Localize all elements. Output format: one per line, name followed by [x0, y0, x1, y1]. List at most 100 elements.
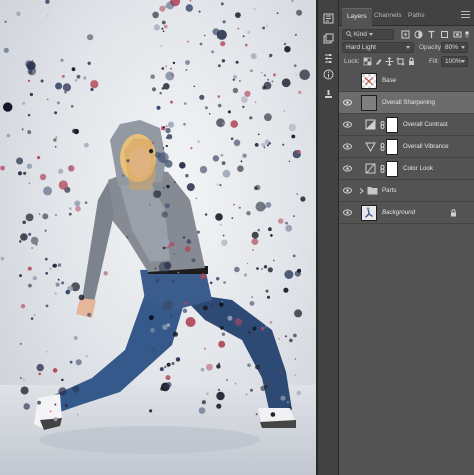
- particle: [260, 385, 266, 391]
- particle: [164, 261, 172, 269]
- particle: [151, 347, 156, 352]
- filter-type-icon[interactable]: [427, 30, 436, 39]
- filter-pixel-icon[interactable]: [401, 30, 410, 39]
- particle: [260, 71, 263, 74]
- mask-link-icon[interactable]: [380, 143, 385, 151]
- chevron-right-icon[interactable]: [359, 188, 364, 194]
- particle: [3, 47, 9, 53]
- particle: [121, 174, 124, 177]
- particle: [52, 264, 56, 268]
- particle: [30, 236, 39, 245]
- particle: [55, 136, 58, 139]
- particle: [170, 100, 173, 104]
- properties-icon[interactable]: [321, 52, 336, 65]
- particle: [203, 347, 206, 350]
- layer-mask-thumbnail[interactable]: [386, 139, 398, 155]
- panel-menu-icon[interactable]: [461, 11, 470, 18]
- filter-smart-object-icon[interactable]: [453, 30, 462, 39]
- particle: [162, 186, 165, 189]
- particle: [73, 336, 78, 340]
- particle: [26, 163, 33, 169]
- filter-kind-select[interactable]: Kind: [342, 29, 394, 40]
- history-icon[interactable]: [321, 12, 336, 25]
- layer-row-base[interactable]: Base: [339, 70, 474, 92]
- particle: [263, 265, 268, 269]
- layer-row-overall-contrast[interactable]: Overall Contrast: [339, 114, 474, 136]
- filter-shape-icon[interactable]: [440, 30, 449, 39]
- particle: [197, 140, 200, 143]
- particle: [162, 147, 165, 150]
- particle: [161, 27, 164, 30]
- particle: [283, 287, 289, 293]
- filter-toggle-icon[interactable]: [464, 30, 470, 39]
- lock-pixels-icon[interactable]: [374, 57, 383, 66]
- particle: [87, 34, 94, 41]
- document-canvas[interactable]: [0, 0, 316, 475]
- tab-layers[interactable]: Layers: [342, 8, 372, 26]
- particle: [278, 338, 280, 340]
- particle: [257, 228, 261, 232]
- lock-artboard-icon[interactable]: [396, 57, 405, 66]
- particle: [169, 342, 171, 344]
- layer-row-overall-vibrance[interactable]: Overall Vibrance: [339, 136, 474, 158]
- levels-adjustment-icon: [365, 119, 376, 130]
- tab-channels[interactable]: Channels: [369, 8, 406, 26]
- tab-paths[interactable]: Paths: [403, 8, 430, 26]
- fill-input[interactable]: 100%: [441, 56, 468, 67]
- particle: [206, 392, 209, 395]
- particle: [184, 246, 191, 252]
- particle: [226, 379, 228, 381]
- visibility-eye-icon[interactable]: [343, 165, 352, 172]
- visibility-eye-icon[interactable]: [343, 121, 352, 128]
- lock-transparent-icon[interactable]: [363, 57, 372, 66]
- particle: [200, 367, 205, 372]
- layer-name: Parts: [382, 187, 397, 194]
- visibility-eye-icon[interactable]: [343, 187, 352, 194]
- layer-mask-thumbnail[interactable]: [386, 117, 398, 133]
- layer-row-color-look[interactable]: Color Look: [339, 158, 474, 180]
- mask-link-icon[interactable]: [380, 121, 385, 129]
- particle: [215, 213, 223, 221]
- particle: [219, 223, 222, 226]
- lock-position-icon[interactable]: [385, 57, 394, 66]
- layer-name: Background: [382, 209, 416, 216]
- blend-mode-select[interactable]: Hard Light: [342, 42, 414, 53]
- particle: [27, 266, 32, 271]
- filter-adjustment-icon[interactable]: [414, 30, 423, 39]
- visibility-eye-icon[interactable]: [343, 143, 352, 150]
- particle: [183, 301, 189, 306]
- particle: [166, 185, 168, 187]
- opacity-input[interactable]: 80%: [441, 42, 468, 53]
- layer-comps-icon[interactable]: [321, 32, 336, 45]
- visibility-eye-icon[interactable]: [343, 99, 352, 106]
- fill-label: Fill:: [429, 58, 440, 65]
- layer-list: Base Overall Sharpening Overall Contrast…: [339, 70, 474, 224]
- particle: [245, 43, 248, 47]
- brush-presets-icon[interactable]: [321, 88, 336, 101]
- particle: [157, 152, 169, 164]
- particle: [84, 201, 88, 204]
- layer-thumbnail: [361, 95, 377, 111]
- particle: [238, 206, 241, 209]
- particle: [204, 213, 208, 216]
- particle: [191, 258, 196, 263]
- mask-link-icon[interactable]: [380, 165, 385, 173]
- info-icon[interactable]: [321, 68, 336, 81]
- particle: [161, 67, 165, 70]
- layer-mask-thumbnail[interactable]: [386, 161, 398, 177]
- particle: [150, 327, 155, 333]
- layer-row-parts-group[interactable]: Parts: [339, 180, 474, 202]
- particle: [185, 174, 189, 178]
- particle: [238, 80, 241, 82]
- layer-row-overall-sharpening[interactable]: Overall Sharpening: [339, 92, 474, 114]
- lock-all-icon[interactable]: [407, 57, 416, 66]
- particle: [23, 378, 25, 381]
- particle: [282, 143, 285, 146]
- particle: [20, 233, 28, 241]
- particle: [0, 256, 5, 261]
- particle: [149, 149, 154, 154]
- visibility-eye-icon[interactable]: [343, 209, 352, 216]
- particle: [249, 116, 253, 120]
- particle: [208, 113, 211, 115]
- layer-row-background[interactable]: Background: [339, 202, 474, 224]
